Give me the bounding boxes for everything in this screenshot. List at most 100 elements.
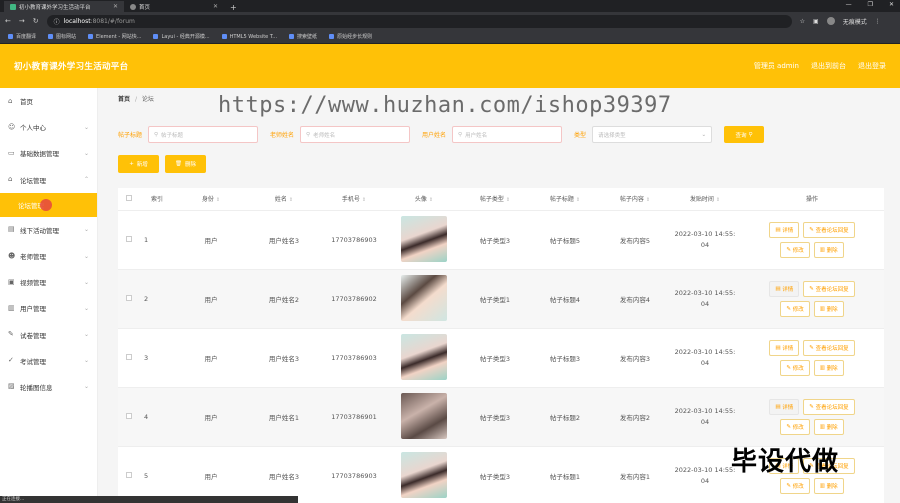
detail-button[interactable]: ▤ 详情 bbox=[769, 398, 800, 415]
folder-icon: ▭ bbox=[8, 148, 15, 157]
breadcrumb-home[interactable]: 首页 bbox=[118, 96, 130, 103]
detail-icon: ▤ bbox=[775, 344, 781, 351]
bookmarks-bar: 百度翻译 图标网站 Element - 网站快... Layui - 经典开源模… bbox=[0, 30, 900, 44]
close-icon[interactable]: ✕ bbox=[213, 3, 218, 10]
avatar[interactable] bbox=[401, 333, 447, 380]
detail-button[interactable]: ▤ 详情 bbox=[769, 339, 800, 356]
back-to-front-link[interactable]: 退出到前台 bbox=[811, 61, 846, 71]
profile-label[interactable]: 无痕模式 bbox=[843, 17, 867, 26]
trash-icon: ▥ bbox=[819, 246, 825, 253]
teacher-filter-input[interactable]: ⚲ 老师姓名 bbox=[300, 126, 411, 143]
view-replies-button[interactable]: ✎ 查看论坛回复 bbox=[803, 398, 855, 415]
sidebar-item-video[interactable]: ▣ 视频管理 ⌄ bbox=[0, 269, 97, 295]
col-header-title[interactable]: 帖子标题 ⇕ bbox=[530, 188, 600, 211]
sidebar-item-offline-activity[interactable]: ▤ 线下活动管理 ⌄ bbox=[0, 217, 97, 243]
bookmark-item[interactable]: 百度翻译 bbox=[8, 33, 36, 40]
row-checkbox[interactable] bbox=[118, 446, 140, 503]
avatar[interactable] bbox=[401, 451, 447, 498]
col-header-time[interactable]: 发贴时间 ⇕ bbox=[670, 188, 740, 211]
delete-button[interactable]: ▥ 删除 bbox=[813, 477, 844, 494]
bookmark-item[interactable]: Element - 网站快... bbox=[88, 33, 141, 40]
sidebar-subitem-forum[interactable]: 论坛管理 bbox=[0, 192, 97, 217]
user-filter-input[interactable]: ⚲ 用户姓名 bbox=[452, 126, 563, 143]
sidebar-item-carousel[interactable]: ▨ 轮播图信息 ⌄ bbox=[0, 374, 97, 400]
row-checkbox[interactable] bbox=[118, 210, 140, 270]
bookmark-item[interactable]: 图标网站 bbox=[48, 33, 76, 40]
avatar[interactable] bbox=[401, 392, 447, 439]
minimize-icon[interactable]: — bbox=[846, 1, 852, 8]
sort-icon: ⇕ bbox=[505, 197, 511, 204]
trash-icon: ▥ bbox=[819, 305, 825, 312]
edit-button[interactable]: ✎ 修改 bbox=[780, 477, 810, 494]
avatar[interactable] bbox=[401, 274, 447, 321]
view-replies-button[interactable]: ✎ 查看论坛回复 bbox=[803, 221, 855, 238]
forward-icon[interactable]: → bbox=[19, 17, 25, 25]
sidebar-item-personal[interactable]: ☺ 个人中心 ⌄ bbox=[0, 114, 97, 140]
edit-button[interactable]: ✎ 修改 bbox=[780, 241, 810, 258]
col-header-avatar[interactable]: 头像 ⇕ bbox=[388, 188, 460, 211]
close-icon[interactable]: ✕ bbox=[113, 3, 118, 10]
row-role: 用户 bbox=[174, 446, 248, 503]
col-header-type[interactable]: 帖子类型 ⇕ bbox=[460, 188, 530, 211]
delete-button[interactable]: ▥ 删除 bbox=[813, 300, 844, 317]
bookmark-item[interactable]: 原始经步长规则 bbox=[329, 33, 372, 40]
delete-button[interactable]: ▥ 删除 bbox=[813, 359, 844, 376]
sidebar-item-forum[interactable]: ⌂ 论坛管理 ⌃ bbox=[0, 167, 97, 193]
extension-icon[interactable]: ▣ bbox=[813, 18, 819, 25]
admin-label: 管理员 admin bbox=[753, 62, 799, 70]
bookmark-item[interactable]: Layui - 经典开源模... bbox=[153, 33, 210, 40]
col-header-name[interactable]: 姓名 ⇕ bbox=[248, 188, 320, 211]
col-header-index[interactable]: 索引 bbox=[140, 188, 174, 211]
reload-icon[interactable]: ↻ bbox=[33, 17, 39, 25]
col-header-role[interactable]: 身份 ⇕ bbox=[174, 188, 248, 211]
user-icon: ☺ bbox=[8, 122, 16, 131]
row-title: 帖子标题3 bbox=[530, 328, 600, 388]
delete-button[interactable]: ▥ 删除 bbox=[813, 418, 844, 435]
sort-icon: ⇕ bbox=[645, 197, 651, 204]
sidebar-item-home[interactable]: ⌂ 首页 bbox=[0, 88, 97, 114]
close-window-icon[interactable]: ✕ bbox=[889, 1, 894, 8]
sidebar-item-teacher[interactable]: ☻ 老师管理 ⌄ bbox=[0, 243, 97, 269]
profile-icon[interactable] bbox=[826, 17, 835, 25]
detail-button[interactable]: ▤ 详情 bbox=[769, 221, 800, 238]
detail-button[interactable]: ▤ 详情 bbox=[769, 280, 800, 297]
query-button[interactable]: 查询 ⚲ bbox=[724, 126, 765, 143]
title-filter-input[interactable]: ⚲ 帖子标题 bbox=[148, 126, 259, 143]
avatar[interactable] bbox=[401, 215, 447, 262]
delete-button[interactable]: ▥ 删除 bbox=[813, 241, 844, 258]
back-icon[interactable]: ← bbox=[5, 17, 11, 25]
menu-icon[interactable]: ⋮ bbox=[875, 18, 881, 25]
bulk-delete-button[interactable]: 🗑 删除 bbox=[165, 155, 206, 173]
sidebar-item-basic-data[interactable]: ▭ 基础数据管理 ⌄ bbox=[0, 140, 97, 166]
maximize-icon[interactable]: ❐ bbox=[868, 1, 873, 8]
add-button[interactable]: + 新增 bbox=[118, 155, 159, 173]
browser-tab-active[interactable]: 初小教育课外学习生活动平台 ✕ bbox=[4, 1, 124, 12]
select-all-checkbox[interactable] bbox=[118, 188, 140, 211]
new-tab-button[interactable]: + bbox=[224, 3, 243, 12]
view-replies-button[interactable]: ✎ 查看论坛回复 bbox=[803, 280, 855, 297]
logout-link[interactable]: 退出登录 bbox=[858, 61, 886, 71]
row-checkbox[interactable] bbox=[118, 269, 140, 329]
view-replies-button[interactable]: ✎ 查看论坛回复 bbox=[803, 339, 855, 356]
row-name: 用户姓名3 bbox=[248, 446, 320, 503]
info-icon: ⓘ bbox=[53, 18, 60, 26]
star-icon[interactable]: ☆ bbox=[800, 18, 805, 25]
sidebar-item-papers[interactable]: ✎ 试卷管理 ⌄ bbox=[0, 322, 97, 348]
edit-button[interactable]: ✎ 修改 bbox=[780, 418, 810, 435]
col-header-content[interactable]: 帖子内容 ⇕ bbox=[600, 188, 670, 211]
bookmark-item[interactable]: 搜索壁纸 bbox=[289, 33, 317, 40]
url-field[interactable]: ⓘ localhost :8081/#/forum bbox=[46, 14, 792, 28]
edit-button[interactable]: ✎ 修改 bbox=[780, 359, 810, 376]
browser-tab-inactive[interactable]: 首页 ✕ bbox=[124, 1, 224, 12]
row-type: 帖子类型3 bbox=[460, 446, 530, 503]
bookmark-item[interactable]: HTML5 Website T... bbox=[221, 34, 277, 40]
chevron-down-icon: ⌄ bbox=[83, 331, 89, 339]
detail-icon: ▤ bbox=[775, 403, 781, 410]
sidebar-item-exams[interactable]: ✓ 考试管理 ⌄ bbox=[0, 348, 97, 374]
edit-button[interactable]: ✎ 修改 bbox=[780, 300, 810, 317]
sidebar-item-users[interactable]: ▥ 用户管理 ⌄ bbox=[0, 295, 97, 321]
row-checkbox[interactable] bbox=[118, 387, 140, 447]
row-checkbox[interactable] bbox=[118, 328, 140, 388]
type-filter-select[interactable]: 请选择类型 ⌄ bbox=[592, 126, 713, 143]
col-header-phone[interactable]: 手机号 ⇕ bbox=[320, 188, 388, 211]
